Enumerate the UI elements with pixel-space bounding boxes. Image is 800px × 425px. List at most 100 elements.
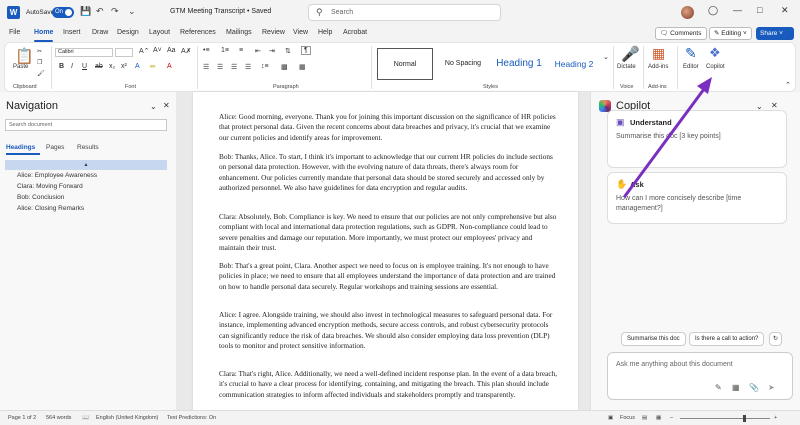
text-predictions-status[interactable]: Text Predictions: On xyxy=(167,415,216,421)
nav-heading-item[interactable]: Bob: Conclusion xyxy=(5,193,167,203)
style-heading-2[interactable]: Heading 2 xyxy=(549,48,599,80)
save-icon[interactable]: 💾 xyxy=(80,6,91,17)
nav-heading-item[interactable]: Alice: Employee Awareness xyxy=(5,171,167,181)
focus-icon[interactable]: ▣ xyxy=(608,415,613,421)
chip-summarise[interactable]: Summarise this doc xyxy=(621,332,686,346)
sort-icon[interactable]: ⇅ xyxy=(285,47,291,55)
page-count[interactable]: Page 1 of 2 xyxy=(8,415,36,421)
paragraph[interactable]: Bob: Thanks, Alice. To start, I think it… xyxy=(219,152,559,193)
font-color-icon[interactable]: A xyxy=(167,63,172,70)
nav-heading-collapsed[interactable]: ▲ xyxy=(5,160,167,170)
grid-icon[interactable]: ▦ xyxy=(732,383,740,392)
autosave-toggle[interactable]: On xyxy=(52,7,74,18)
style-no-spacing[interactable]: No Spacing xyxy=(437,48,489,80)
subscript-icon[interactable]: x₂ xyxy=(109,63,115,70)
chip-call-to-action[interactable]: Is there a call to action? xyxy=(689,332,765,346)
paragraph[interactable]: Bob: That's a great point, Clara. Anothe… xyxy=(219,261,559,292)
numbering-icon[interactable]: 1≡ xyxy=(221,47,229,54)
bold-icon[interactable]: B xyxy=(59,63,64,70)
refresh-icon[interactable]: ↻ xyxy=(769,332,783,346)
ask-card[interactable]: ✋ Ask How can I more concisely describe … xyxy=(607,172,787,224)
language-status[interactable]: English (United Kingdom) xyxy=(96,415,158,421)
zoom-out-icon[interactable]: – xyxy=(670,415,673,421)
microphone-icon[interactable]: 🎤 xyxy=(621,45,640,63)
zoom-slider-thumb[interactable] xyxy=(743,415,746,422)
send-icon[interactable]: ➤ xyxy=(768,383,775,392)
menu-home[interactable]: Home xyxy=(34,29,54,42)
share-button[interactable]: Share ˅ xyxy=(756,27,794,40)
clear-format-icon[interactable]: A✗ xyxy=(181,47,192,55)
tab-results[interactable]: Results xyxy=(77,144,99,151)
menu-draw[interactable]: Draw xyxy=(92,29,108,36)
tab-pages[interactable]: Pages xyxy=(46,144,64,151)
nav-heading-item[interactable]: Clara: Moving Forward xyxy=(5,182,167,192)
font-name-select[interactable]: Calibri xyxy=(55,48,113,57)
menu-acrobat[interactable]: Acrobat xyxy=(343,29,367,36)
change-case-icon[interactable]: Aa xyxy=(167,47,176,54)
menu-references[interactable]: References xyxy=(180,29,216,36)
highlight-icon[interactable]: ✏ xyxy=(150,63,156,71)
redo-icon[interactable]: ↷ xyxy=(111,6,119,17)
underline-icon[interactable]: U xyxy=(82,63,87,70)
italic-icon[interactable]: I xyxy=(71,63,73,70)
style-normal[interactable]: Normal xyxy=(377,48,433,80)
word-count[interactable]: 564 words xyxy=(46,415,71,421)
collapse-ribbon-icon[interactable]: ⌃ xyxy=(785,81,791,89)
paragraph[interactable]: Clara: Absolutely, Bob. Compliance is ke… xyxy=(219,212,559,253)
bullets-icon[interactable]: •≡ xyxy=(203,47,210,54)
format-painter-icon[interactable]: 🖌 xyxy=(37,70,45,77)
borders-icon[interactable]: ▦ xyxy=(299,63,306,71)
nav-heading-item[interactable]: Alice: Closing Remarks xyxy=(5,204,167,214)
line-spacing-icon[interactable]: ↕≡ xyxy=(261,63,269,70)
paste-icon[interactable]: 📋 xyxy=(15,47,34,65)
menu-mailings[interactable]: Mailings xyxy=(226,29,252,36)
read-mode-icon[interactable]: ▤ xyxy=(642,415,647,421)
paste-label[interactable]: Paste xyxy=(13,64,28,70)
paragraph[interactable]: Alice: I agree. Alongside training, we s… xyxy=(219,310,559,351)
menu-design[interactable]: Design xyxy=(117,29,139,36)
decrease-indent-icon[interactable]: ⇤ xyxy=(255,47,261,55)
proofing-icon[interactable]: 📖 xyxy=(82,415,89,421)
copy-icon[interactable]: ❐ xyxy=(37,59,42,66)
strikethrough-icon[interactable]: ab xyxy=(95,63,103,70)
menu-view[interactable]: View xyxy=(293,29,308,36)
cut-icon[interactable]: ✂ xyxy=(37,48,42,55)
tab-headings[interactable]: Headings xyxy=(6,144,35,151)
increase-indent-icon[interactable]: ⇥ xyxy=(269,47,275,55)
zoom-in-icon[interactable]: + xyxy=(774,415,777,421)
addins-label[interactable]: Add-ins xyxy=(648,64,668,70)
style-heading-1[interactable]: Heading 1 xyxy=(491,48,547,80)
align-right-icon[interactable]: ☰ xyxy=(231,63,237,71)
undo-icon[interactable]: ↶ xyxy=(96,6,104,17)
editor-label[interactable]: Editor xyxy=(683,64,699,70)
menu-review[interactable]: Review xyxy=(262,29,285,36)
prompt-guide-icon[interactable]: ✎ xyxy=(715,383,722,392)
avatar[interactable] xyxy=(681,6,694,19)
nav-options-icon[interactable]: ⌄ xyxy=(150,102,157,111)
focus-label[interactable]: Focus xyxy=(620,415,635,421)
shrink-font-icon[interactable]: A˅ xyxy=(153,47,162,54)
understand-card[interactable]: ▣ Understand Summarise this doc [3 key p… xyxy=(607,110,787,168)
justify-icon[interactable]: ☰ xyxy=(245,63,251,71)
document-title[interactable]: GTM Meeting Transcript • Saved xyxy=(170,8,271,15)
copilot-ribbon-icon[interactable]: ❖ xyxy=(709,45,721,61)
minimize-icon[interactable]: — xyxy=(733,5,742,15)
nav-close-icon[interactable]: ✕ xyxy=(163,101,170,110)
attach-icon[interactable]: 📎 xyxy=(749,383,759,392)
styles-scroll-icon[interactable]: ⌄ xyxy=(603,53,609,61)
copilot-close-icon[interactable]: ✕ xyxy=(771,101,778,110)
close-icon[interactable]: ✕ xyxy=(781,5,789,16)
align-left-icon[interactable]: ☰ xyxy=(203,63,209,71)
shading-icon[interactable]: ▩ xyxy=(281,63,288,71)
maximize-icon[interactable]: □ xyxy=(757,5,762,15)
multilevel-list-icon[interactable]: ≡ xyxy=(239,47,243,54)
align-center-icon[interactable]: ☰ xyxy=(217,63,223,71)
document-page[interactable]: Alice: Good morning, everyone. Thank you… xyxy=(193,92,578,410)
dictate-label[interactable]: Dictate xyxy=(617,64,636,70)
menu-layout[interactable]: Layout xyxy=(149,29,170,36)
copilot-prompt-input[interactable]: Ask me anything about this document ✎ ▦ … xyxy=(607,352,793,400)
menu-help[interactable]: Help xyxy=(318,29,332,36)
addins-icon[interactable]: ▦ xyxy=(652,45,665,62)
customize-icon[interactable]: ⌄ xyxy=(128,6,136,17)
document-search-input[interactable]: Search document xyxy=(5,119,167,131)
